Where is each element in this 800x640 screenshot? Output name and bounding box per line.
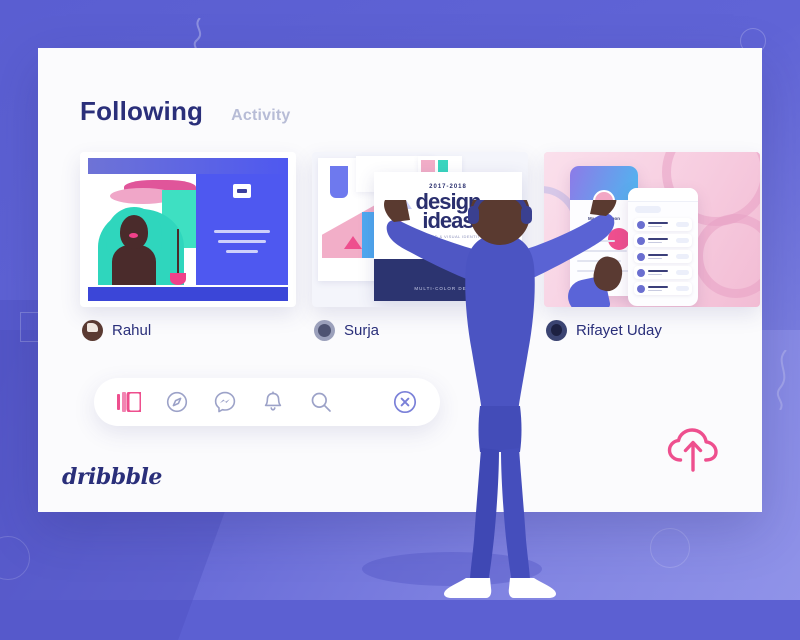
shot3-phone2-row (634, 266, 692, 279)
cloud-upload-icon[interactable] (666, 426, 720, 472)
shot2-poster: 2017-2018 design ideas BEST OF BRAND & V… (374, 172, 522, 301)
bottom-navigation-bar (94, 378, 440, 426)
shot3-row-button (676, 270, 689, 275)
shot2-poster-title-line2: ideas (422, 208, 474, 233)
avatar (82, 320, 103, 341)
shot1-bottombar (88, 287, 288, 301)
shot3-row-title (648, 269, 668, 272)
shot3-row-sub (648, 257, 662, 259)
figure-ground-shadow (362, 552, 542, 586)
shot-author[interactable]: Rahul (82, 320, 151, 341)
decorative-squiggle-top (193, 18, 202, 52)
shot2-poster-footer-band (374, 259, 522, 301)
shot3-row-sub (648, 273, 662, 275)
shot3-row-button (676, 286, 689, 291)
shot1-lamp-pole (177, 229, 179, 273)
bell-icon[interactable] (260, 389, 286, 415)
shot3-hand-illustration (564, 247, 626, 307)
decorative-circle-bottom-right (650, 528, 690, 568)
shot2-poster-footer-text: MULTI-COLOR DESIGN (414, 286, 482, 291)
shot3-row-title (648, 237, 668, 240)
decorative-squiggle-right (776, 350, 787, 410)
shot3-row-title (648, 285, 668, 288)
shot2-poster-subtitle: BEST OF BRAND & VISUAL IDENTITY 2018 (400, 234, 496, 239)
shot1-logo-badge (233, 184, 251, 198)
shot-author-name: Rifayet Uday (576, 322, 662, 339)
shot3-phone-list (628, 188, 698, 306)
shot3-row-avatar (637, 220, 645, 229)
shot2-poster-title: design ideas (374, 191, 522, 233)
shot1-character-lips (129, 233, 138, 238)
shot3-phone1-row (577, 240, 615, 242)
shots-icon[interactable] (116, 389, 142, 415)
search-icon[interactable] (308, 389, 334, 415)
shot3-row-button (676, 222, 689, 227)
dribbble-logo[interactable]: dribbble (62, 464, 162, 490)
shot-thumbnail[interactable]: Macaire Bagon (544, 152, 760, 307)
main-panel: Following Activity Rahul 2017-2018 desig… (38, 48, 762, 512)
shot3-phone2-navbar (628, 188, 698, 202)
shot3-phone2-row (634, 218, 692, 231)
shot-card[interactable]: Macaire Bagon Rifayet Uday (544, 152, 760, 362)
shot1-text-panel (196, 174, 288, 285)
shot2-tag (330, 166, 348, 198)
shot3-row-button (676, 238, 689, 243)
shot3-row-sub (648, 289, 662, 291)
shot3-phone2-row (634, 250, 692, 263)
shot-author-name: Surja (344, 322, 380, 339)
shot3-row-sub (648, 225, 662, 227)
avatar (546, 320, 567, 341)
shot1-text-line (226, 250, 258, 253)
shot3-row-avatar (637, 268, 645, 277)
avatar (314, 320, 335, 341)
shot-card[interactable]: 2017-2018 design ideas BEST OF BRAND & V… (312, 152, 528, 362)
close-circle-icon[interactable] (392, 389, 418, 415)
messenger-icon[interactable] (212, 389, 238, 415)
shot3-row-sub (648, 241, 662, 243)
shot3-row-title (648, 221, 668, 224)
shot1-lamp-shade (170, 273, 186, 285)
shot1-text-line (214, 230, 270, 233)
shot1-character-body (112, 245, 156, 285)
shot1-topbar (88, 158, 288, 174)
shot3-row-title (648, 253, 668, 256)
shot-author[interactable]: Rifayet Uday (546, 320, 662, 341)
shot1-text-line (218, 240, 266, 243)
shot3-phone1-avatar (593, 190, 615, 212)
tab-activity[interactable]: Activity (231, 107, 290, 125)
shot-author-name: Rahul (112, 322, 152, 339)
shot-author[interactable]: Surja (314, 320, 379, 341)
compass-icon[interactable] (164, 389, 190, 415)
shot1-character-face (120, 215, 148, 249)
shot-card-row: Rahul 2017-2018 design ideas BEST OF BRA… (80, 152, 762, 362)
shot3-phone2-filter-pill (635, 206, 661, 213)
shot3-phone2-row (634, 234, 692, 247)
shot-thumbnail[interactable] (80, 152, 296, 307)
panel-header: Following Activity (80, 96, 291, 127)
shot-card[interactable]: Rahul (80, 152, 296, 362)
shot3-phone2-row (634, 282, 692, 295)
tab-following[interactable]: Following (80, 96, 203, 127)
shot2-triangle (344, 236, 362, 249)
shot3-row-button (676, 254, 689, 259)
shot3-row-avatar (637, 252, 645, 261)
shot3-row-avatar (637, 284, 645, 293)
shot3-row-avatar (637, 236, 645, 245)
shot1-character (106, 207, 162, 285)
shot1-lamp (170, 229, 186, 285)
shot-thumbnail[interactable]: 2017-2018 design ideas BEST OF BRAND & V… (312, 152, 528, 307)
shot1-illustration-left (88, 174, 196, 285)
